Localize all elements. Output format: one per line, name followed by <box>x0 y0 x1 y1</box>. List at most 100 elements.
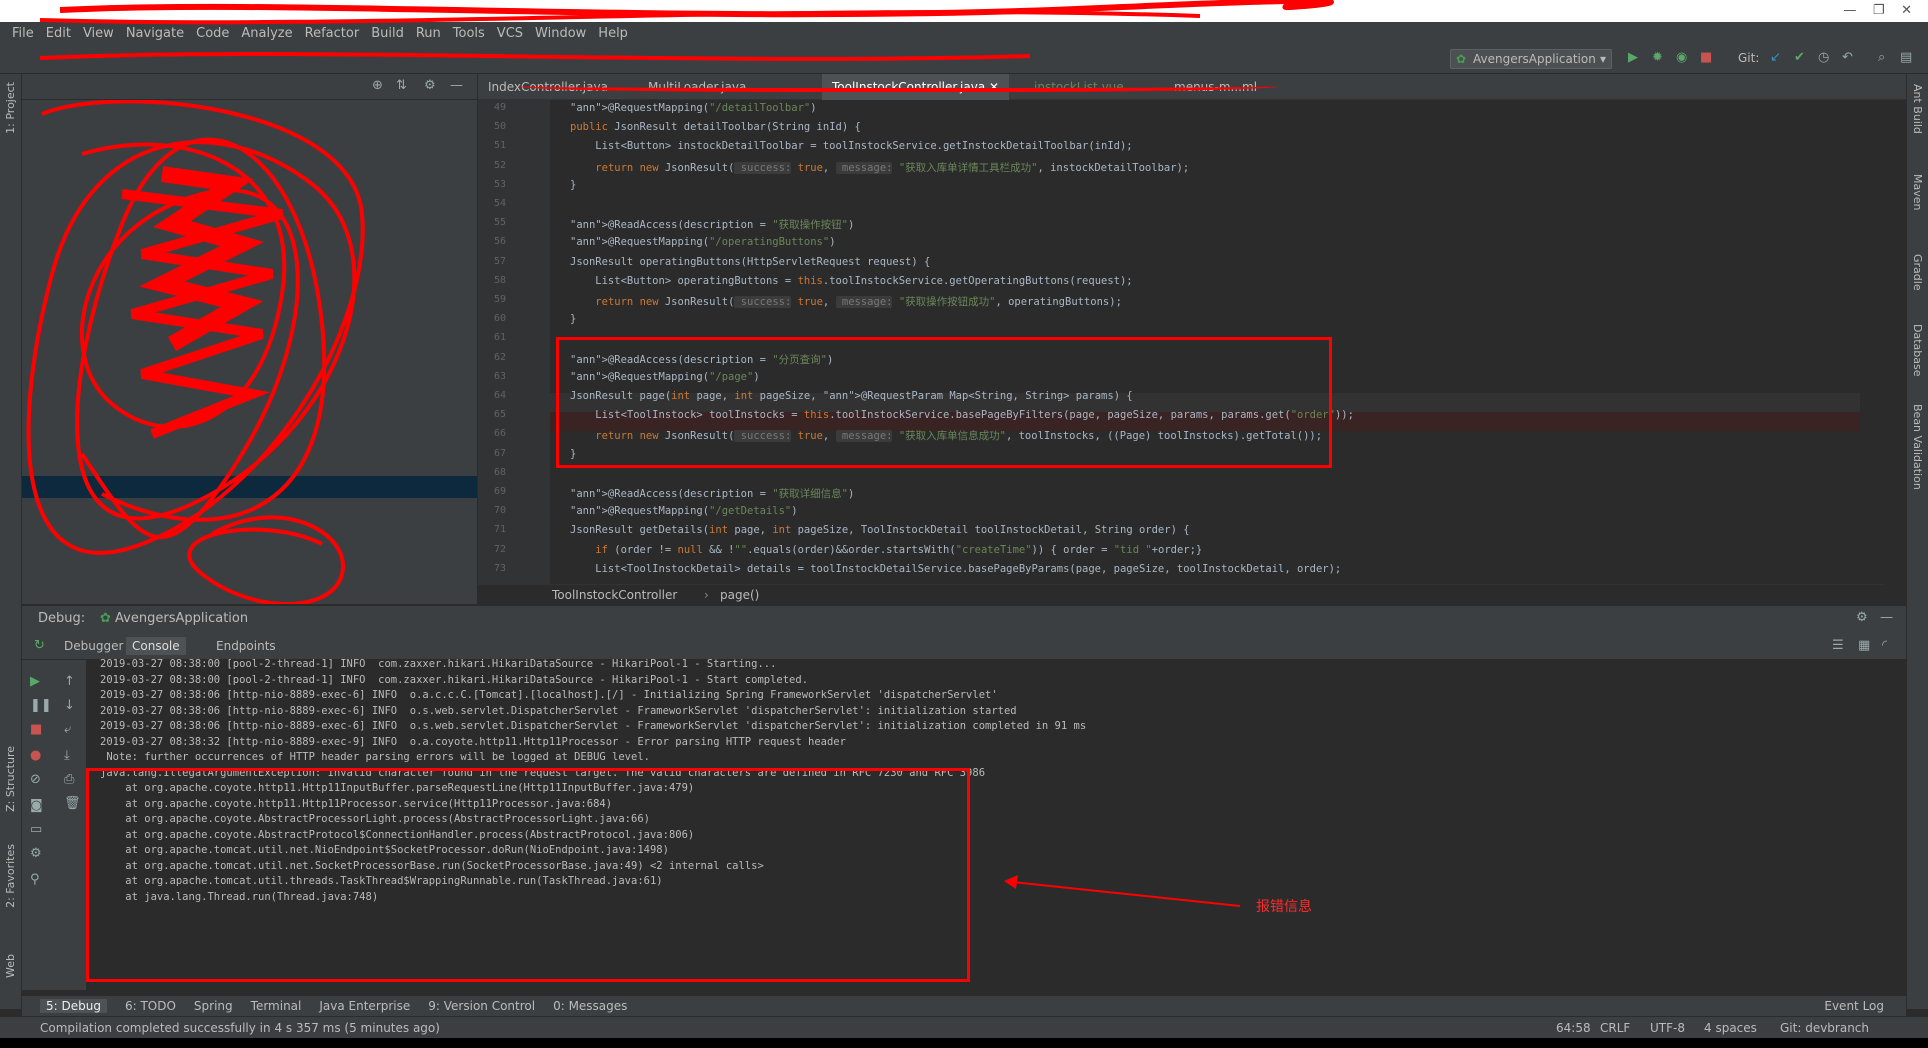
line-number: 59 <box>493 294 506 305</box>
minimize-icon[interactable]: — <box>1880 610 1893 625</box>
tool-tab-terminal[interactable]: Terminal <box>251 999 302 1013</box>
list-icon[interactable]: ☰ <box>1832 638 1844 653</box>
console-line: 2019-03-27 08:38:00 [pool-2-thread-1] IN… <box>100 673 809 686</box>
mute-breakpoints-icon[interactable]: ⊘ <box>30 772 41 787</box>
line-number: 73 <box>493 562 506 574</box>
soft-wrap-icon[interactable]: ⤶ <box>64 722 71 737</box>
line-number: 67 <box>493 447 506 459</box>
pause-icon[interactable]: ❚❚ <box>30 698 52 713</box>
code-line[interactable]: JsonResult operatingButtons(HttpServletR… <box>570 256 930 268</box>
editor-tabs: IndexController.java MultiLoader.java To… <box>478 74 1906 100</box>
line-number: 51 <box>493 140 506 152</box>
line-number: 68 <box>493 466 506 478</box>
code-editor[interactable]: 49 "ann">@RequestMapping("/detailToolbar"… <box>478 100 1883 584</box>
scroll-down-icon[interactable]: ↓ <box>64 698 75 713</box>
tool-tab-version-control[interactable]: 9: Version Control <box>428 999 535 1013</box>
breadcrumb-class[interactable]: ToolInstockController <box>552 588 677 602</box>
line-number: 65 <box>493 409 506 421</box>
breakpoints-icon[interactable]: ● <box>30 748 41 763</box>
line-number: 66 <box>493 428 506 440</box>
camera-icon[interactable]: ◙ <box>30 798 43 813</box>
trash-icon[interactable]: 🗑 <box>64 796 81 811</box>
code-line[interactable]: "ann">@RequestMapping("/getDetails") <box>570 505 798 517</box>
resume-icon[interactable]: ▶ <box>30 674 40 689</box>
code-line[interactable]: } <box>570 179 576 191</box>
scroll-up-icon[interactable]: ↑ <box>64 674 75 689</box>
layout-icon[interactable]: ▦ <box>1858 638 1870 653</box>
tool-gradle[interactable]: Gradle <box>1911 254 1924 291</box>
collapse-icon[interactable]: ⇅ <box>396 78 407 93</box>
tool-tab-spring[interactable]: Spring <box>194 999 233 1013</box>
rerun-icon[interactable]: ↻ <box>34 638 45 653</box>
annotation-label: 报错信息 <box>1256 899 1312 915</box>
minimize-icon[interactable]: — <box>450 78 463 93</box>
status-message: Compilation completed successfully in 4 … <box>40 1021 440 1035</box>
tool-tab-event-log[interactable]: Event Log <box>1824 999 1884 1013</box>
tool-database[interactable]: Database <box>1911 324 1924 377</box>
tool-web[interactable]: Web <box>4 954 17 978</box>
tool-bean-validation[interactable]: Bean Validation <box>1911 404 1924 490</box>
project-panel[interactable] <box>22 74 477 604</box>
stop-icon[interactable]: ■ <box>30 722 42 737</box>
restore-layout-icon[interactable]: ◜ <box>1882 638 1887 653</box>
target-icon[interactable]: ⊕ <box>372 78 383 93</box>
breadcrumb-method[interactable]: page() <box>720 588 759 602</box>
line-number: 49 <box>493 102 506 113</box>
console-line: 2019-03-27 08:38:06 [http-nio-8889-exec-… <box>100 704 1017 717</box>
code-line[interactable]: } <box>570 313 576 325</box>
code-line[interactable]: "ann">@ReadAccess(description = "获取操作按钮"… <box>570 217 854 232</box>
console-output[interactable]: 2019-03-27 08:38:00 [pool-2-thread-1] IN… <box>86 658 1906 990</box>
debug-header: Debug: ✿ AvengersApplication ⚙ — <box>22 606 1906 632</box>
pin-icon[interactable]: ⚲ <box>30 872 40 887</box>
status-line-separator[interactable]: CRLF <box>1600 1021 1630 1035</box>
console-line: 2019-03-27 08:38:06 [http-nio-8889-exec-… <box>100 720 1087 732</box>
scroll-to-end-icon[interactable]: ⤓ <box>64 748 70 763</box>
tool-tab-todo[interactable]: 6: TODO <box>125 999 176 1013</box>
code-line[interactable]: List<Button> operatingButtons = this.too… <box>570 275 1132 287</box>
code-line[interactable]: "ann">@ReadAccess(description = "获取详细信息"… <box>570 486 854 501</box>
line-number: 58 <box>493 274 506 286</box>
code-line[interactable]: JsonResult getDetails(int page, int page… <box>570 524 1190 536</box>
gear-icon[interactable]: ⚙ <box>424 78 436 93</box>
scribble-redaction <box>26 99 365 604</box>
gear-icon[interactable]: ⚙ <box>30 846 42 861</box>
line-number: 57 <box>493 255 506 267</box>
code-line[interactable]: "ann">@RequestMapping("/detailToolbar") <box>570 102 817 114</box>
print-icon[interactable]: ⎙ <box>64 772 74 787</box>
code-line[interactable]: return new JsonResult( success: true, me… <box>570 160 1189 175</box>
line-number: 56 <box>493 236 506 248</box>
scribble-redaction-title <box>39 0 1334 61</box>
code-line[interactable]: List<Button> instockDetailToolbar = tool… <box>570 140 1132 152</box>
debug-config-tab[interactable]: ✿ AvengersApplication <box>100 611 248 626</box>
tool-tab-debug[interactable]: 5: Debug <box>40 999 107 1013</box>
highlight-box-error <box>86 768 970 982</box>
line-number: 64 <box>493 390 506 401</box>
tool-favorites[interactable]: 2: Favorites <box>4 844 17 908</box>
code-line[interactable]: if (order != null && !"".equals(order)&&… <box>570 544 1202 556</box>
status-encoding[interactable]: UTF-8 <box>1650 1021 1685 1035</box>
tool-maven[interactable]: Maven <box>1911 174 1924 210</box>
scribble-redaction-tabs <box>518 78 1278 92</box>
line-number: 62 <box>493 351 506 363</box>
gear-icon[interactable]: ⚙ <box>1856 610 1868 625</box>
tab-endpoints[interactable]: Endpoints <box>216 639 276 653</box>
left-tool-strip: 1: Project Z: Structure 2: Favorites Web <box>0 74 22 1009</box>
status-position[interactable]: 64:58 <box>1556 1021 1591 1035</box>
code-line[interactable]: public JsonResult detailToolbar(String i… <box>570 121 861 133</box>
tool-tab-messages[interactable]: 0: Messages <box>553 999 627 1013</box>
tool-ant-build[interactable]: Ant Build <box>1911 84 1924 134</box>
code-line[interactable]: List<ToolInstockDetail> details = toolIn… <box>570 563 1341 575</box>
code-line[interactable]: "ann">@RequestMapping("/operatingButtons… <box>570 236 836 248</box>
code-line[interactable]: return new JsonResult( success: true, me… <box>570 294 1122 309</box>
tool-tab-java-enterprise[interactable]: Java Enterprise <box>319 999 410 1013</box>
debug-title: Debug: <box>38 611 86 626</box>
tool-project[interactable]: 1: Project <box>4 82 17 134</box>
status-indent[interactable]: 4 spaces <box>1704 1021 1757 1035</box>
layout-icon[interactable]: ▭ <box>30 822 42 837</box>
line-number: 69 <box>493 486 506 497</box>
tab-console[interactable]: Console <box>126 637 186 655</box>
tool-structure[interactable]: Z: Structure <box>4 746 17 812</box>
status-git-branch[interactable]: Git: devbranch <box>1780 1021 1869 1035</box>
tab-debugger[interactable]: Debugger <box>64 639 123 653</box>
debug-tabs: ↻ Debugger Console Endpoints ☰ ▦ ◜ <box>22 632 1906 660</box>
